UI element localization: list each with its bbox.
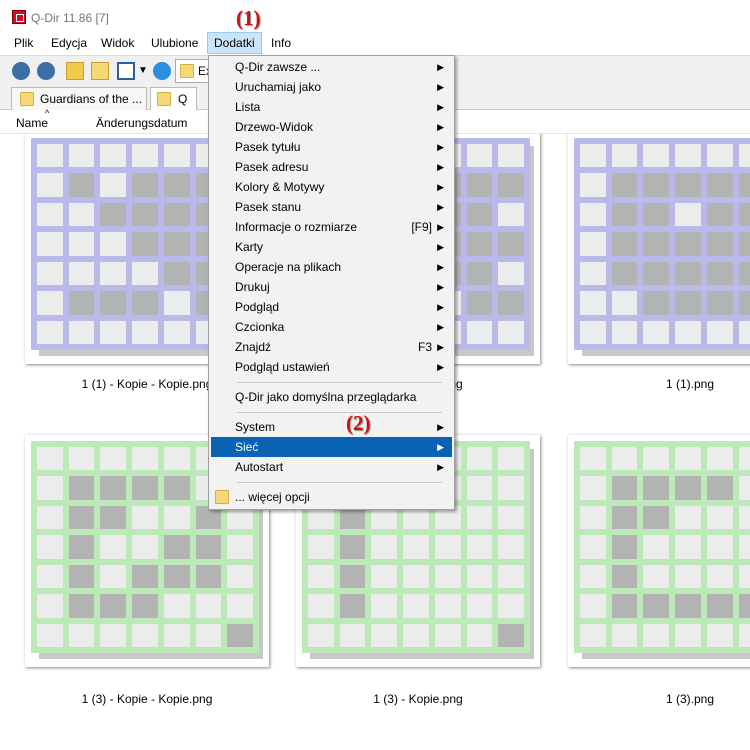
menu-item-wiecej-opcji[interactable]: ... więcej opcji <box>211 487 452 507</box>
submenu-arrow-icon: ▶ <box>437 102 444 112</box>
forward-arrow-icon[interactable] <box>37 62 55 80</box>
submenu-arrow-icon: ▶ <box>437 322 444 332</box>
title-bar: Q-Dir 11.86 [7] <box>0 0 750 32</box>
folder-icon <box>20 92 34 106</box>
submenu-arrow-icon: ▶ <box>437 222 444 232</box>
column-date[interactable]: Änderungsdatum <box>96 116 187 130</box>
menu-item-lista[interactable]: Lista ▶ <box>211 97 452 117</box>
folder-icon <box>180 64 194 78</box>
menu-item-pasek-stanu[interactable]: Pasek stanu ▶ <box>211 197 452 217</box>
chevron-down-icon[interactable]: ▼ <box>138 62 148 80</box>
menu-separator <box>237 482 442 483</box>
menu-plik[interactable]: Plik <box>8 32 39 54</box>
folder-icon <box>215 490 229 504</box>
menu-item-autostart[interactable]: Autostart ▶ <box>211 457 452 477</box>
menu-item-domyslna-przegladarka[interactable]: Q-Dir jako domyślna przeglądarka <box>211 387 452 407</box>
refresh-icon[interactable] <box>153 62 171 80</box>
menu-edycja[interactable]: Edycja <box>45 32 93 54</box>
back-arrow-icon[interactable] <box>12 62 30 80</box>
submenu-arrow-icon: ▶ <box>437 122 444 132</box>
submenu-arrow-icon: ▶ <box>437 182 444 192</box>
menu-item-siec[interactable]: Sieć ▶ <box>211 437 452 457</box>
menu-info[interactable]: Info <box>265 32 297 54</box>
menu-ulubione[interactable]: Ulubione <box>145 32 204 54</box>
menu-item-kolory-motywy[interactable]: Kolory & Motywy ▶ <box>211 177 452 197</box>
submenu-arrow-icon: ▶ <box>437 242 444 252</box>
shortcut-label: F3 <box>417 340 432 354</box>
submenu-arrow-icon: ▶ <box>437 362 444 372</box>
file-name[interactable]: 1 (3).png <box>568 692 750 706</box>
menu-item-system[interactable]: System ▶ <box>211 417 452 437</box>
file-name[interactable]: 1 (1).png <box>568 377 750 391</box>
sort-up-icon: ^ <box>45 108 50 118</box>
menu-item-znajdz[interactable]: Znajdź F3 ▶ <box>211 337 452 357</box>
submenu-arrow-icon: ▶ <box>437 282 444 292</box>
submenu-arrow-icon: ▶ <box>437 202 444 212</box>
submenu-arrow-icon: ▶ <box>437 302 444 312</box>
shortcut-label: [F9] <box>411 220 432 234</box>
image-preview <box>574 138 750 350</box>
image-preview <box>574 441 750 653</box>
menu-item-podglad[interactable]: Podgląd ▶ <box>211 297 452 317</box>
menu-item-drzewo-widok[interactable]: Drzewo-Widok ▶ <box>211 117 452 137</box>
dodatki-dropdown-menu: Q-Dir zawsze ... ▶ Uruchamiaj jako ▶ Lista… <box>208 55 455 510</box>
up-folder-icon[interactable] <box>66 62 84 80</box>
tab-guardians[interactable]: Guardians of the ... <box>11 87 147 110</box>
menu-item-karty[interactable]: Karty ▶ <box>211 237 452 257</box>
submenu-arrow-icon: ▶ <box>437 422 444 432</box>
app-logo-icon <box>12 10 26 24</box>
menu-item-podglad-ustawien[interactable]: Podgląd ustawień ▶ <box>211 357 452 377</box>
menu-dodatki[interactable]: Dodatki <box>207 32 262 54</box>
menu-item-uruchamiaj-jako[interactable]: Uruchamiaj jako ▶ <box>211 77 452 97</box>
file-name[interactable]: 1 (3) - Kopie - Kopie.png <box>25 692 269 706</box>
tab-label: Q <box>178 92 188 106</box>
menu-separator <box>237 382 442 383</box>
menu-separator <box>237 412 442 413</box>
menu-item-pasek-tytulu[interactable]: Pasek tytułu ▶ <box>211 137 452 157</box>
submenu-arrow-icon: ▶ <box>437 82 444 92</box>
annotation-1: (1) <box>236 6 261 30</box>
column-name[interactable]: Name <box>16 116 48 130</box>
view-grid-icon[interactable] <box>117 62 135 80</box>
tab-q[interactable]: Q <box>150 87 197 110</box>
menu-item-operacje-na-plikach[interactable]: Operacje na plikach ▶ <box>211 257 452 277</box>
menu-item-czcionka[interactable]: Czcionka ▶ <box>211 317 452 337</box>
menu-item-pasek-adresu[interactable]: Pasek adresu ▶ <box>211 157 452 177</box>
submenu-arrow-icon: ▶ <box>437 342 444 352</box>
submenu-arrow-icon: ▶ <box>437 442 444 452</box>
submenu-arrow-icon: ▶ <box>437 162 444 172</box>
folder-icon <box>157 92 171 106</box>
submenu-arrow-icon: ▶ <box>437 462 444 472</box>
file-thumbnail[interactable] <box>568 134 750 364</box>
new-folder-icon[interactable] <box>91 62 109 80</box>
submenu-arrow-icon: ▶ <box>437 142 444 152</box>
tab-label: Guardians of the ... <box>40 92 143 106</box>
file-thumbnail[interactable] <box>568 435 750 667</box>
menu-item-informacje-o-rozmiarze[interactable]: Informacje o rozmiarze [F9] ▶ <box>211 217 452 237</box>
annotation-2: (2) <box>346 411 371 435</box>
submenu-arrow-icon: ▶ <box>437 62 444 72</box>
menu-item-qdir-zawsze[interactable]: Q-Dir zawsze ... ▶ <box>211 57 452 77</box>
menu-item-drukuj[interactable]: Drukuj ▶ <box>211 277 452 297</box>
window-title: Q-Dir 11.86 [7] <box>31 11 109 25</box>
menu-widok[interactable]: Widok <box>95 32 140 54</box>
submenu-arrow-icon: ▶ <box>437 262 444 272</box>
file-name[interactable]: 1 (3) - Kopie.png <box>296 692 540 706</box>
menu-bar: Plik Edycja Widok Ulubione Dodatki Info <box>0 32 750 54</box>
